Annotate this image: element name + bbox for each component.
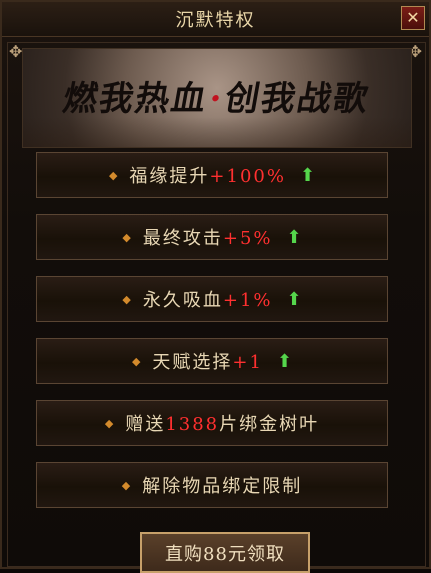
benefit-row: ◆ 天赋选择+1 ⬆: [36, 338, 388, 384]
diamond-bullet-icon: ◆: [122, 292, 131, 306]
benefit-value: +1: [232, 352, 263, 373]
gift-suffix: 片绑金树叶: [219, 414, 320, 435]
corner-ornament-icon: ✥: [9, 42, 23, 61]
diamond-bullet-icon: ◆: [108, 168, 118, 182]
benefit-value: +5%: [222, 228, 273, 249]
benefit-row: ◆ 永久吸血+1% ⬆: [36, 276, 388, 322]
up-arrow-icon: ⬆: [299, 164, 316, 186]
unbind-row: ◆ 解除物品绑定限制: [36, 462, 388, 508]
buy-button[interactable]: 直购88元领取: [140, 532, 310, 573]
benefit-value: +1%: [222, 290, 273, 311]
buy-button-label: 直购88元领取: [165, 543, 285, 565]
benefit-value: +100%: [209, 166, 286, 187]
close-icon: ✕: [406, 8, 420, 27]
promo-banner: 燃我热血·创我战歌: [22, 48, 412, 148]
benefit-row: ◆ 最终攻击+5% ⬆: [36, 214, 388, 260]
benefit-label: 永久吸血: [142, 290, 223, 311]
banner-slogan: 燃我热血·创我战歌: [23, 71, 411, 120]
benefit-row: ◆ 福缘提升+100% ⬆: [36, 152, 388, 198]
up-arrow-icon: ⬆: [286, 288, 302, 310]
up-arrow-icon: ⬆: [286, 226, 302, 248]
gift-amount: 1388: [165, 414, 220, 435]
close-button[interactable]: ✕: [401, 6, 425, 30]
diamond-bullet-icon: ◆: [131, 354, 141, 368]
unbind-label: 解除物品绑定限制: [142, 476, 303, 497]
slogan-right: 创我战歌: [221, 79, 373, 119]
dialog-title: 沉默特权: [175, 10, 256, 31]
title-bar: 沉默特权 ✕: [2, 2, 429, 37]
privilege-dialog: 沉默特权 ✕ ✥ ✥ 燃我热血·创我战歌 ◆ 福缘提升+100% ⬆ ◆ 最终攻…: [0, 0, 431, 573]
diamond-bullet-icon: ◆: [122, 230, 131, 244]
diamond-bullet-icon: ◆: [104, 416, 114, 430]
benefit-label: 天赋选择: [152, 352, 233, 373]
benefit-label: 最终攻击: [142, 228, 223, 249]
up-arrow-icon: ⬆: [276, 350, 293, 372]
gift-prefix: 赠送: [125, 414, 166, 435]
benefit-label: 福缘提升: [129, 166, 210, 187]
diamond-bullet-icon: ◆: [121, 478, 131, 492]
slogan-left: 燃我热血: [59, 79, 211, 119]
gift-row: ◆ 赠送1388片绑金树叶: [36, 400, 388, 446]
